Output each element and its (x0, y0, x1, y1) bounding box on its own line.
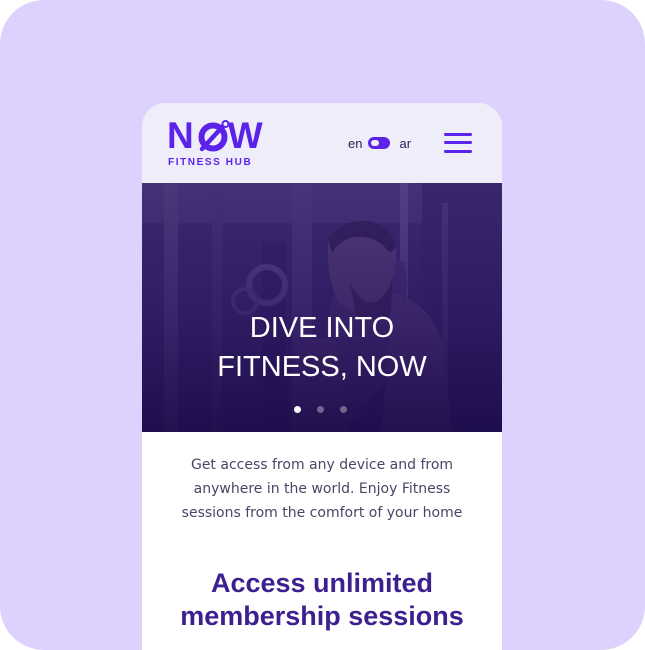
logo-o-slash-icon (198, 120, 230, 152)
intro-paragraph: Get access from any device and from anyw… (168, 453, 476, 525)
language-en-label[interactable]: en (348, 136, 362, 151)
menu-bar-top (444, 133, 472, 136)
page-backdrop: NW FITNESS HUB en ar DIVE INTO FITNESS, … (0, 0, 645, 650)
logo-subtitle: FITNESS HUB (168, 157, 253, 168)
phone-frame: NW FITNESS HUB en ar DIVE INTO FITNESS, … (142, 103, 502, 650)
hero-banner[interactable]: DIVE INTO FITNESS, NOW (142, 183, 502, 432)
hamburger-menu-icon[interactable] (444, 132, 472, 154)
hero-title: DIVE INTO FITNESS, NOW (142, 309, 502, 387)
language-toggle-icon[interactable] (368, 137, 391, 149)
membership-section-title: Access unlimited membership sessions (142, 567, 502, 633)
language-switcher[interactable]: en ar (348, 134, 411, 152)
carousel-indicators (294, 406, 354, 416)
site-header: NW FITNESS HUB en ar (142, 103, 502, 183)
hero-title-line-2: FITNESS, NOW (217, 351, 427, 383)
logo-letter-n: N (167, 115, 194, 156)
intro-line-3: sessions from the comfort of your home (181, 505, 463, 521)
logo-letter-w: W (227, 115, 263, 156)
brand-logo[interactable]: NW FITNESS HUB (167, 117, 269, 169)
menu-bar-middle (444, 141, 472, 144)
section-title-line-1: Access unlimited (210, 568, 434, 598)
hero-title-line-1: DIVE INTO (249, 312, 395, 344)
language-ar-label[interactable]: ar (399, 136, 411, 151)
intro-line-1: Get access from any device and from (190, 457, 454, 473)
menu-bar-bottom (444, 150, 472, 153)
hero-overlay (142, 183, 502, 432)
intro-line-2: anywhere in the world. Enjoy Fitness (193, 481, 451, 497)
section-title-line-2: membership sessions (180, 601, 464, 631)
carousel-dot-3[interactable] (340, 406, 347, 413)
toggle-knob (371, 140, 380, 146)
carousel-dot-2[interactable] (317, 406, 324, 413)
carousel-dot-1[interactable] (294, 406, 301, 413)
